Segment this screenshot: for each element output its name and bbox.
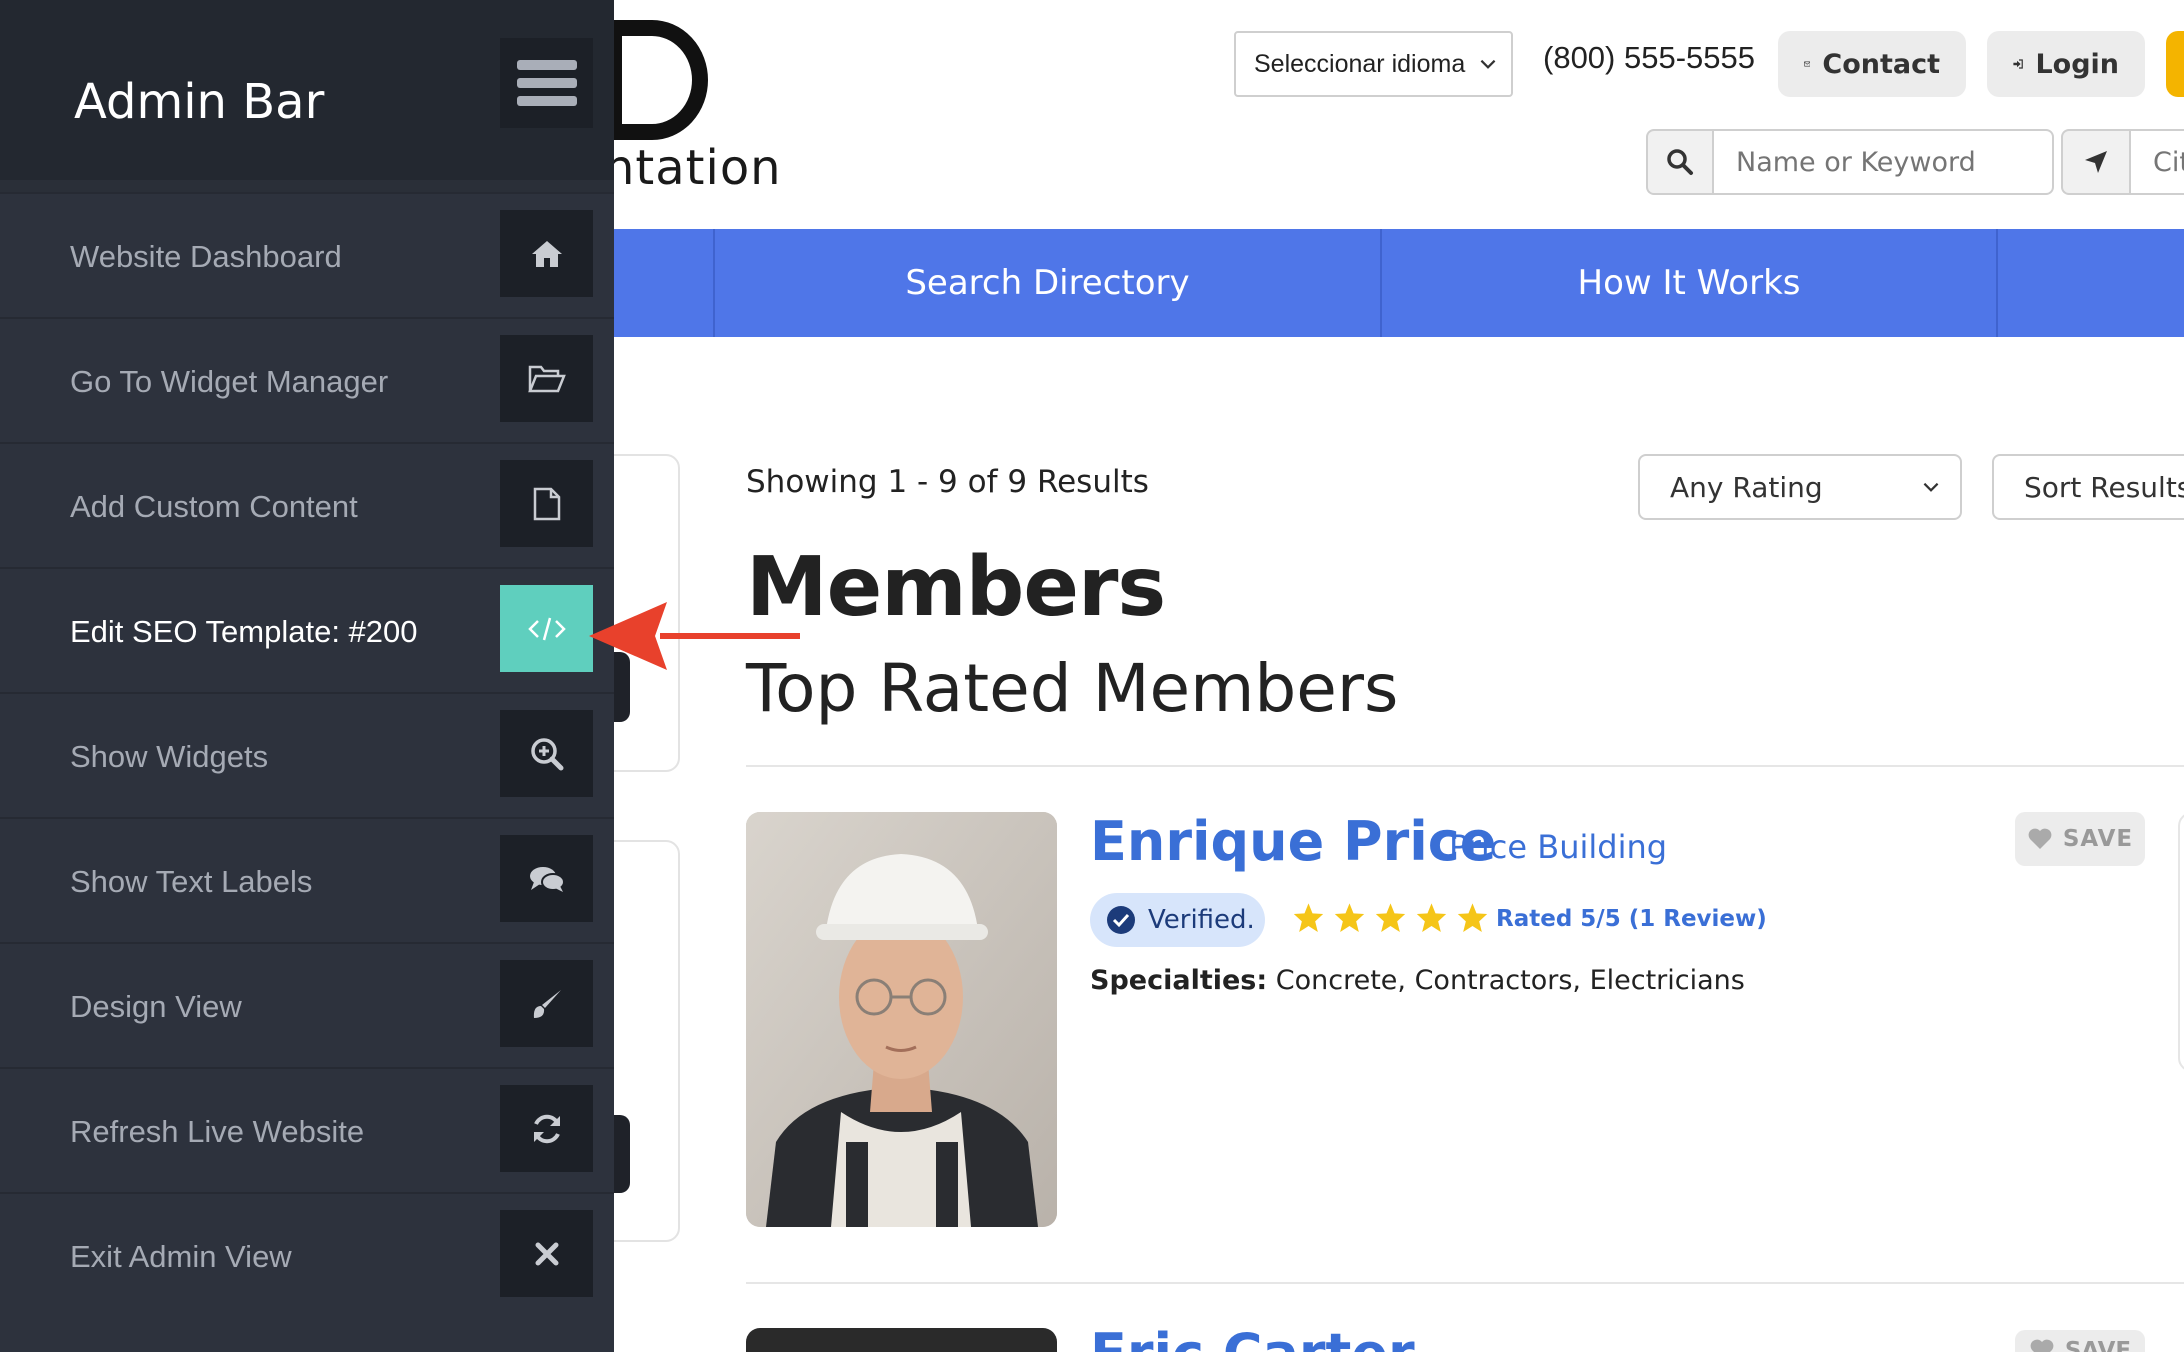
language-select[interactable]: Seleccionar idioma bbox=[1234, 31, 1513, 97]
admin-item-show-widgets[interactable]: Show Widgets bbox=[0, 692, 614, 817]
envelope-icon bbox=[1804, 61, 1811, 67]
language-select-value: Seleccionar idioma bbox=[1254, 49, 1466, 78]
paint-brush-icon[interactable] bbox=[500, 960, 593, 1047]
sort-results-label: Sort Results bbox=[2024, 470, 2184, 504]
admin-item-add-custom-content[interactable]: Add Custom Content bbox=[0, 442, 614, 567]
results-count: Showing 1 - 9 of 9 Results bbox=[746, 464, 1149, 500]
hamburger-menu-icon[interactable] bbox=[500, 38, 593, 128]
contact-button[interactable]: Contact bbox=[1778, 31, 1966, 97]
keyword-search-input[interactable] bbox=[1712, 129, 2054, 195]
admin-item-refresh-live-website[interactable]: Refresh Live Website bbox=[0, 1067, 614, 1192]
save-label: SAVE bbox=[2064, 1338, 2132, 1352]
star-rating bbox=[1292, 902, 1489, 934]
next-card-edge bbox=[2178, 812, 2184, 1072]
star-icon bbox=[1293, 903, 1324, 932]
sort-results-select[interactable]: Sort Results bbox=[1992, 454, 2184, 520]
home-icon[interactable] bbox=[500, 210, 593, 297]
admin-item-widget-manager[interactable]: Go To Widget Manager bbox=[0, 317, 614, 442]
admin-item-label: Go To Widget Manager bbox=[70, 363, 389, 399]
admin-item-edit-seo-template[interactable]: Edit SEO Template: #200 bbox=[0, 567, 614, 692]
member-photo[interactable] bbox=[746, 812, 1057, 1227]
admin-bar-divider bbox=[0, 180, 614, 192]
star-icon bbox=[1416, 903, 1447, 932]
admin-item-label: Design View bbox=[70, 988, 242, 1024]
member-company-link[interactable]: Price Building bbox=[1449, 828, 1667, 866]
admin-item-label: Refresh Live Website bbox=[70, 1113, 365, 1149]
divider bbox=[746, 765, 2184, 767]
location-search-input[interactable] bbox=[2129, 129, 2184, 195]
admin-item-label: Show Widgets bbox=[70, 738, 269, 774]
refresh-icon[interactable] bbox=[500, 1085, 593, 1172]
admin-item-label: Add Custom Content bbox=[70, 488, 358, 524]
admin-item-label: Website Dashboard bbox=[70, 238, 342, 274]
logo-text: ntation bbox=[604, 140, 782, 196]
admin-item-label: Exit Admin View bbox=[70, 1238, 292, 1274]
rating-filter-value: Any Rating bbox=[1670, 470, 1823, 504]
login-button[interactable]: Login bbox=[1987, 31, 2145, 97]
page-title: Members bbox=[746, 540, 1166, 635]
phone-number[interactable]: (800) 555-5555 bbox=[1543, 40, 1755, 76]
admin-item-design-view[interactable]: Design View bbox=[0, 942, 614, 1067]
keyword-search bbox=[1646, 129, 2054, 195]
file-icon[interactable] bbox=[500, 460, 593, 547]
save-label: SAVE bbox=[2062, 826, 2134, 852]
admin-bar-header: Admin Bar bbox=[0, 0, 614, 180]
code-icon[interactable] bbox=[500, 585, 593, 672]
heart-icon bbox=[2030, 1339, 2054, 1352]
sign-in-icon bbox=[2013, 59, 2023, 69]
heart-icon bbox=[2028, 828, 2052, 849]
member-specialties: Specialties: Concrete, Contractors, Elec… bbox=[1090, 965, 1745, 996]
divider bbox=[746, 1282, 2184, 1284]
admin-bar-title: Admin Bar bbox=[74, 74, 325, 130]
zoom-in-icon[interactable] bbox=[500, 710, 593, 797]
login-label: Login bbox=[2035, 48, 2119, 80]
chevron-down-icon bbox=[1923, 482, 1939, 492]
admin-item-exit-admin-view[interactable]: Exit Admin View bbox=[0, 1192, 614, 1317]
admin-item-show-text-labels[interactable]: Show Text Labels bbox=[0, 817, 614, 942]
location-search bbox=[2061, 129, 2184, 195]
site-logo[interactable] bbox=[600, 20, 720, 140]
location-arrow-icon[interactable] bbox=[2061, 129, 2129, 195]
red-arrow-annotation bbox=[589, 602, 800, 670]
star-icon bbox=[1334, 903, 1365, 932]
specialties-value: Concrete, Contractors, Electricians bbox=[1275, 965, 1745, 996]
comments-icon[interactable] bbox=[500, 835, 593, 922]
rating-link[interactable]: Rated 5/5 (1 Review) bbox=[1496, 906, 1767, 932]
check-circle-icon bbox=[1107, 906, 1135, 934]
admin-item-website-dashboard[interactable]: Website Dashboard bbox=[0, 192, 614, 317]
admin-item-label: Show Text Labels bbox=[70, 863, 313, 899]
specialties-label: Specialties: bbox=[1090, 965, 1268, 996]
close-icon[interactable] bbox=[500, 1210, 593, 1297]
admin-bar: Admin Bar Website Dashboard Go To Widget… bbox=[0, 0, 614, 1352]
nav-how-it-works[interactable]: How It Works bbox=[1382, 229, 1996, 337]
signup-button[interactable] bbox=[2166, 31, 2184, 97]
verified-badge: Verified. bbox=[1090, 893, 1265, 947]
save-member-button[interactable]: SAVE bbox=[2015, 1330, 2145, 1352]
search-icon[interactable] bbox=[1646, 129, 1712, 195]
star-icon bbox=[1457, 903, 1488, 932]
nav-search-directory[interactable]: Search Directory bbox=[715, 229, 1380, 337]
verified-label: Verified. bbox=[1148, 905, 1255, 935]
star-icon bbox=[1375, 903, 1406, 932]
member-name-link[interactable]: Enrique Price bbox=[1090, 810, 1496, 873]
folder-open-icon[interactable] bbox=[500, 335, 593, 422]
member-photo[interactable] bbox=[746, 1328, 1057, 1352]
contact-label: Contact bbox=[1822, 48, 1940, 80]
page-subtitle: Top Rated Members bbox=[746, 650, 1399, 727]
admin-item-label: Edit SEO Template: #200 bbox=[70, 613, 418, 649]
rating-filter-select[interactable]: Any Rating bbox=[1638, 454, 1962, 520]
save-member-button[interactable]: SAVE bbox=[2015, 812, 2145, 866]
nav-divider bbox=[1996, 229, 1998, 337]
member-name-link[interactable]: Eric Carter bbox=[1090, 1322, 1415, 1352]
chevron-down-icon bbox=[1480, 59, 1496, 69]
